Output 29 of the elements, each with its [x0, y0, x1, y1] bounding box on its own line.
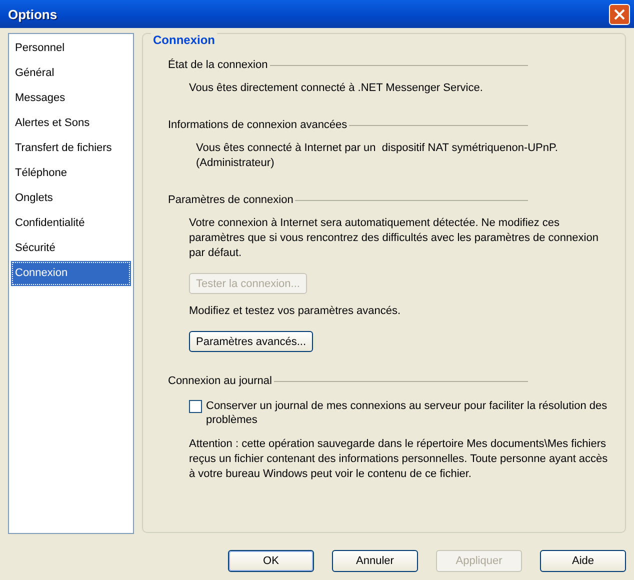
- description-text: Modifiez et testez vos paramètres avancés.: [189, 304, 402, 319]
- category-item[interactable]: Connexion: [11, 261, 131, 286]
- dialog-button[interactable]: Aide: [540, 550, 626, 572]
- checkbox-label: Conserver un journal de mes connexions au serveur pour faciliter la résolution des problèmes: [206, 399, 608, 427]
- panel-title: Connexion: [151, 33, 217, 47]
- category-item[interactable]: Onglets: [11, 186, 131, 211]
- section-heading: État de la connexion: [168, 59, 268, 71]
- section-heading: Informations de connexion avancées: [168, 119, 348, 131]
- category-item[interactable]: Sécurité: [11, 236, 131, 261]
- description-text: Votre connexion à Internet sera automatiquement détectée. Ne modifiez ces paramètres que si vous rencontrez des difficultés avec les paramètres de connexion par défaut.: [189, 216, 600, 261]
- close-icon: [614, 8, 625, 20]
- checkbox[interactable]: [189, 400, 202, 413]
- category-item[interactable]: Messages: [11, 86, 131, 111]
- dialog-button[interactable]: Annuler: [332, 550, 418, 572]
- description-text: Vous êtes directement connecté à .NET Messenger Service.: [189, 81, 484, 96]
- section-heading: Connexion au journal: [168, 375, 272, 387]
- category-item[interactable]: Général: [11, 61, 131, 86]
- info-text: Vous êtes connecté à Internet par un dispositif NAT symétriquenon-UPnP. (Administrateur): [196, 141, 559, 171]
- category-item[interactable]: Téléphone: [11, 161, 131, 186]
- category-item[interactable]: Personnel: [11, 36, 131, 61]
- section-heading: Paramètres de connexion: [168, 194, 294, 206]
- category-item[interactable]: Confidentialité: [11, 211, 131, 236]
- action-button[interactable]: Paramètres avancés...: [189, 331, 314, 352]
- window-title: Options: [8, 6, 58, 22]
- dialog-button[interactable]: OK: [228, 550, 314, 572]
- description-text: Attention : cette opération sauvegarde dans le répertoire Mes documents\Mes fichiers reçus un fichier contenant des informations personnelles. Toute personne ayant accès à votre bureau Windows peut voir le contenu de ce fichier.: [189, 437, 609, 482]
- category-item[interactable]: Alertes et Sons: [11, 111, 131, 136]
- close-button[interactable]: [609, 4, 630, 24]
- category-item[interactable]: Transfert de fichiers: [11, 136, 131, 161]
